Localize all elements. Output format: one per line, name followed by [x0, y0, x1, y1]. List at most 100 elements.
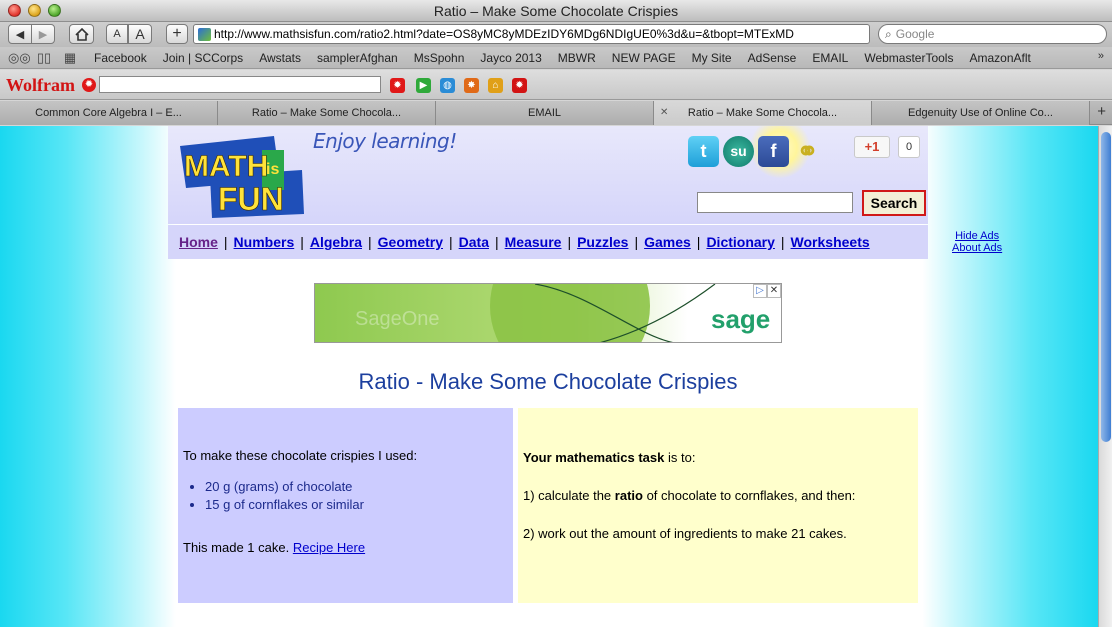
- wolfram-spark-icon[interactable]: ✸: [464, 78, 479, 93]
- new-tab-button[interactable]: +: [1097, 103, 1106, 120]
- tab-label: Edgenuity Use of Online Co...: [908, 107, 1053, 119]
- bookmark-item[interactable]: samplerAfghan: [317, 51, 398, 65]
- twitter-icon[interactable]: t: [688, 136, 719, 167]
- nav-worksheets[interactable]: Worksheets: [791, 234, 870, 250]
- bookmark-item[interactable]: My Site: [692, 51, 732, 65]
- svg-text:FUN: FUN: [218, 181, 284, 217]
- google-plus-button[interactable]: +1: [854, 136, 890, 158]
- nav-separator: |: [223, 234, 228, 250]
- bookmark-item[interactable]: AmazonAflt: [969, 51, 1030, 65]
- forward-arrow-icon: ▶: [38, 28, 48, 41]
- top-sites-grid-icon[interactable]: ▦: [60, 50, 80, 66]
- recipe-link[interactable]: Recipe Here: [293, 540, 365, 555]
- tab-label: EMAIL: [527, 107, 561, 119]
- task-step-1: 1) calculate the ratio of chocolate to c…: [523, 486, 913, 505]
- search-placeholder: Google: [895, 27, 935, 41]
- wolfram-globe-icon[interactable]: ◍: [440, 78, 455, 93]
- ad-links: Hide Ads About Ads: [952, 230, 1002, 254]
- add-bookmark-button[interactable]: +: [166, 24, 188, 44]
- link-chain-icon[interactable]: ⚭: [792, 136, 823, 167]
- wolfram-compute-icon[interactable]: ✹: [390, 78, 405, 93]
- window-title: Ratio – Make Some Chocolate Crispies: [433, 3, 679, 19]
- home-icon: [74, 27, 89, 41]
- text-smaller-button[interactable]: A: [106, 24, 128, 44]
- site-search-input[interactable]: [697, 192, 853, 213]
- nav-puzzles[interactable]: Puzzles: [577, 234, 628, 250]
- math-is-fun-logo[interactable]: MATH is FUN: [176, 132, 306, 218]
- back-button[interactable]: ◀: [8, 24, 32, 44]
- browser-toolbar: ◀ ▶ A A + http://www.mathsisfun.com/rati…: [0, 22, 1112, 47]
- google-plus-count: 0: [898, 136, 920, 158]
- bookmark-item[interactable]: MBWR: [558, 51, 596, 65]
- nav-algebra[interactable]: Algebra: [310, 234, 362, 250]
- step1-post: of chocolate to cornflakes, and then:: [642, 488, 856, 503]
- tab-common-core[interactable]: Common Core Algebra I – E...: [0, 101, 218, 125]
- nav-separator: |: [300, 234, 304, 250]
- ad-faded-text: SageOne: [355, 308, 440, 330]
- tab-edgenuity[interactable]: Edgenuity Use of Online Co...: [872, 101, 1090, 125]
- browser-search-field[interactable]: ⌕ Google: [878, 24, 1107, 44]
- site-nav: Home | Numbers | Algebra | Geometry | Data | …: [168, 225, 928, 259]
- page-scrollbar[interactable]: [1098, 126, 1112, 627]
- ad-brand-logo: sage: [711, 304, 771, 334]
- wolfram-query-input[interactable]: [99, 76, 381, 93]
- nav-data[interactable]: Data: [459, 234, 489, 250]
- nav-separator: |: [495, 234, 499, 250]
- bookmarks-overflow-button[interactable]: »: [1098, 50, 1104, 62]
- site-header: MATH is FUN Enjoy learning! t su f ⚭ +1 …: [168, 126, 928, 224]
- step1-pre: 1) calculate the: [523, 488, 615, 503]
- bookmark-item[interactable]: MsSpohn: [414, 51, 465, 65]
- wolfram-toolbar: Wolfram ✹ ✹ ▶ ◍ ✸ ⌂ ✹: [0, 70, 1112, 100]
- site-tagline: Enjoy learning!: [313, 129, 457, 153]
- bookmark-item[interactable]: Join | SCCorps: [163, 51, 243, 65]
- reading-list-icon[interactable]: ◎◎: [8, 50, 31, 66]
- wolfram-star-icon[interactable]: ✹: [82, 78, 96, 92]
- advertisement-banner[interactable]: SageOne sage ▷ ✕: [314, 283, 782, 343]
- step1-bold: ratio: [614, 488, 643, 503]
- nav-geometry[interactable]: Geometry: [378, 234, 443, 250]
- ad-close-icon[interactable]: ✕: [767, 284, 781, 298]
- text-bigger-button[interactable]: A: [128, 24, 152, 44]
- bookmarks-bar: ◎◎ ▯▯ ▦ Facebook Join | SCCorps Awstats …: [0, 47, 1112, 69]
- bookmark-item[interactable]: Facebook: [94, 51, 147, 65]
- tab-bar: Common Core Algebra I – E... Ratio – Mak…: [0, 101, 1112, 125]
- nav-numbers[interactable]: Numbers: [234, 234, 295, 250]
- site-search-button[interactable]: Search: [862, 190, 926, 216]
- tab-ratio-1[interactable]: Ratio – Make Some Chocola...: [218, 101, 436, 125]
- bookmark-item[interactable]: NEW PAGE: [612, 51, 676, 65]
- nav-separator: |: [780, 234, 785, 250]
- ingredients-list: 20 g (grams) of chocolate 15 g of cornfl…: [205, 479, 508, 512]
- tab-ratio-active[interactable]: ✕ Ratio – Make Some Chocola...: [654, 101, 872, 125]
- magnifier-icon: ⌕: [885, 26, 892, 41]
- nav-home[interactable]: Home: [179, 234, 218, 250]
- ingredients-box: To make these chocolate crispies I used:…: [178, 408, 513, 603]
- task-box: Your mathematics task is to: 1) calculat…: [518, 408, 918, 603]
- nav-games[interactable]: Games: [644, 234, 691, 250]
- stumbleupon-icon[interactable]: su: [723, 136, 754, 167]
- nav-dictionary[interactable]: Dictionary: [706, 234, 774, 250]
- nav-separator: |: [696, 234, 701, 250]
- wolfram-home-icon[interactable]: ⌂: [488, 78, 503, 93]
- bookmark-item[interactable]: Jayco 2013: [480, 51, 541, 65]
- facebook-icon[interactable]: f: [758, 136, 789, 167]
- tab-email[interactable]: EMAIL: [436, 101, 654, 125]
- bookmark-item[interactable]: AdSense: [748, 51, 797, 65]
- bookmark-item[interactable]: EMAIL: [812, 51, 848, 65]
- svg-text:is: is: [266, 161, 279, 178]
- url-field[interactable]: http://www.mathsisfun.com/ratio2.html?da…: [193, 24, 870, 44]
- wolfram-settings-icon[interactable]: ✹: [512, 78, 527, 93]
- home-button[interactable]: [69, 24, 94, 44]
- bookmark-item[interactable]: Awstats: [259, 51, 301, 65]
- nav-measure[interactable]: Measure: [505, 234, 562, 250]
- bookmarks-book-icon[interactable]: ▯▯: [34, 50, 54, 66]
- forward-button[interactable]: ▶: [31, 24, 55, 44]
- ad-info-icon[interactable]: ▷: [753, 284, 767, 298]
- about-ads-link[interactable]: About Ads: [952, 242, 1002, 254]
- wolfram-play-icon[interactable]: ▶: [416, 78, 431, 93]
- bookmark-item[interactable]: WebmasterTools: [864, 51, 953, 65]
- task-rest: is to:: [664, 450, 696, 465]
- ingredients-intro: To make these chocolate crispies I used:: [183, 448, 418, 463]
- hide-ads-link[interactable]: Hide Ads: [952, 230, 1002, 242]
- scrollbar-thumb[interactable]: [1101, 132, 1111, 442]
- tab-close-icon[interactable]: ✕: [660, 101, 668, 125]
